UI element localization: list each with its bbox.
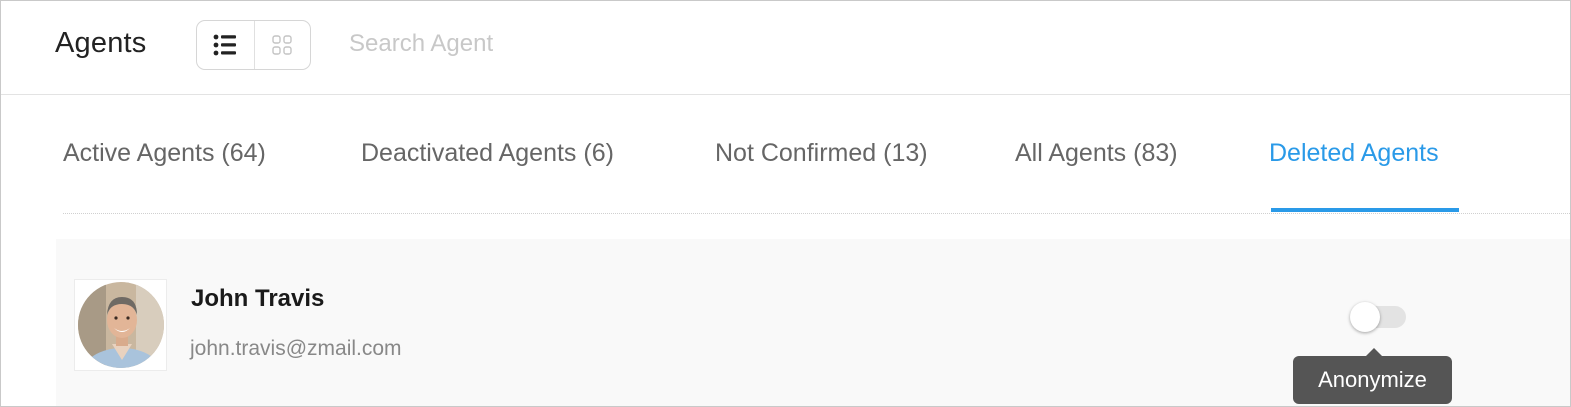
agent-row[interactable]: John Travis john.travis@zmail.com Anonym… xyxy=(56,239,1570,406)
agent-name: John Travis xyxy=(191,285,325,312)
anonymize-tooltip: Anonymize xyxy=(1293,348,1452,404)
list-view-button[interactable] xyxy=(197,21,254,69)
anonymize-toggle[interactable] xyxy=(1350,302,1406,332)
tooltip-text: Anonymize xyxy=(1318,367,1427,392)
tab-all-agents[interactable]: All Agents (83) xyxy=(1015,139,1178,168)
avatar-photo xyxy=(77,282,164,368)
list-icon xyxy=(213,34,237,56)
view-toggle xyxy=(196,20,311,70)
tab-deactivated-agents[interactable]: Deactivated Agents (6) xyxy=(361,139,614,168)
grid-view-button[interactable] xyxy=(253,21,311,69)
tab-deleted-agents[interactable]: Deleted Agents xyxy=(1269,139,1439,168)
page-header: Agents xyxy=(1,1,1570,95)
grid-icon xyxy=(272,35,292,55)
avatar xyxy=(74,279,167,371)
tooltip-arrow xyxy=(1366,348,1382,356)
active-tab-indicator xyxy=(1271,208,1459,212)
tab-active-agents[interactable]: Active Agents (64) xyxy=(63,139,266,168)
agents-page: Agents Search Agent Active Agents (64) D… xyxy=(0,0,1571,407)
tabs-divider xyxy=(63,213,1570,214)
agent-email: john.travis@zmail.com xyxy=(190,337,402,360)
page-title: Agents xyxy=(55,27,147,59)
search-input[interactable] xyxy=(349,25,749,63)
tab-not-confirmed[interactable]: Not Confirmed (13) xyxy=(715,139,928,168)
toggle-knob xyxy=(1350,302,1380,332)
